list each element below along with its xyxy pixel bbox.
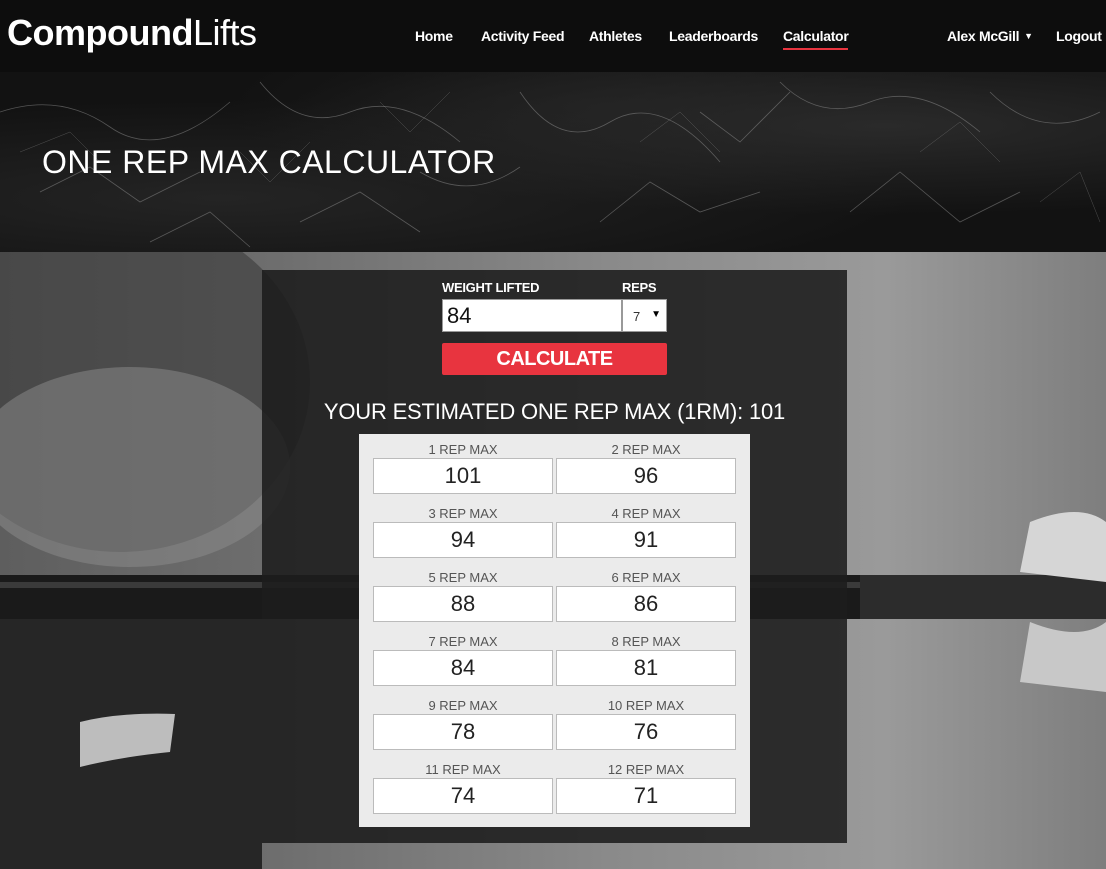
estimated-1rm-result: YOUR ESTIMATED ONE REP MAX (1RM): 101 [323,399,786,424]
rep-max-cell: 8 REP MAX 81 [556,630,736,686]
calculator-panel: WEIGHT LIFTED REPS 84 7 ▼ CALCULATE YOUR… [262,270,847,843]
rep-max-value[interactable]: 81 [556,650,736,686]
rep-max-value[interactable]: 71 [556,778,736,814]
rep-max-label: 9 REP MAX [428,698,498,713]
rep-max-label: 10 REP MAX [607,698,685,713]
rep-max-value[interactable]: 101 [373,458,553,494]
rep-max-label: 4 REP MAX [611,506,681,521]
rep-max-cell: 10 REP MAX 76 [556,694,736,750]
rep-max-cell: 3 REP MAX 94 [373,502,553,558]
rep-max-cell: 1 REP MAX 101 [373,438,553,494]
rep-max-cell: 4 REP MAX 91 [556,502,736,558]
hero-banner: ONE REP MAX CALCULATOR [0,72,1106,252]
rep-max-value[interactable]: 91 [556,522,736,558]
reps-select[interactable]: 7 ▼ [622,299,667,332]
rep-max-cell: 7 REP MAX 84 [373,630,553,686]
nav-home[interactable]: Home [415,28,453,44]
rep-max-label: 11 REP MAX [425,762,501,777]
nav-athletes[interactable]: Athletes [589,28,642,44]
dropdown-arrow-icon: ▼ [651,309,661,320]
rep-max-label: 12 REP MAX [607,762,685,777]
rep-max-label: 2 REP MAX [611,442,681,457]
rep-max-label: 7 REP MAX [428,634,498,649]
weight-input[interactable]: 84 [442,299,622,332]
rep-max-value[interactable]: 74 [373,778,553,814]
user-menu[interactable]: Alex McGill ▼ [947,28,1033,44]
weight-label: WEIGHT LIFTED [442,280,540,295]
user-name: Alex McGill [947,28,1020,44]
nav-leaderboards[interactable]: Leaderboards [669,28,758,44]
rep-max-value[interactable]: 76 [556,714,736,750]
rep-max-table: 1 REP MAX 101 2 REP MAX 96 3 REP MAX 94 … [359,434,750,827]
rep-max-label: 1 REP MAX [428,442,498,457]
reps-selected-value: 7 [633,309,641,324]
main-nav: Home Activity Feed Athletes Leaderboards… [0,28,1106,50]
top-navbar: CompoundLifts Home Activity Feed Athlete… [0,0,1106,72]
rep-max-cell: 5 REP MAX 88 [373,566,553,622]
nav-calculator[interactable]: Calculator [783,28,849,50]
rep-max-label: 8 REP MAX [611,634,681,649]
rep-max-value[interactable]: 78 [373,714,553,750]
caret-down-icon: ▼ [1024,31,1033,41]
rep-max-cell: 12 REP MAX 71 [556,758,736,814]
logout-link[interactable]: Logout [1056,28,1102,44]
nav-activity-feed[interactable]: Activity Feed [481,28,565,44]
rep-max-cell: 9 REP MAX 78 [373,694,553,750]
rep-max-value[interactable]: 84 [373,650,553,686]
rep-max-label: 5 REP MAX [428,570,498,585]
rep-max-label: 6 REP MAX [611,570,681,585]
rep-max-value[interactable]: 96 [556,458,736,494]
rep-max-cell: 6 REP MAX 86 [556,566,736,622]
rep-max-value[interactable]: 94 [373,522,553,558]
calculate-button[interactable]: CALCULATE [442,343,667,375]
rep-max-value[interactable]: 88 [373,586,553,622]
reps-label: REPS [622,280,657,295]
rep-max-value[interactable]: 86 [556,586,736,622]
page-title: ONE REP MAX CALCULATOR [42,144,496,180]
rep-max-cell: 2 REP MAX 96 [556,438,736,494]
rep-max-cell: 11 REP MAX 74 [373,758,553,814]
rep-max-label: 3 REP MAX [428,506,498,521]
